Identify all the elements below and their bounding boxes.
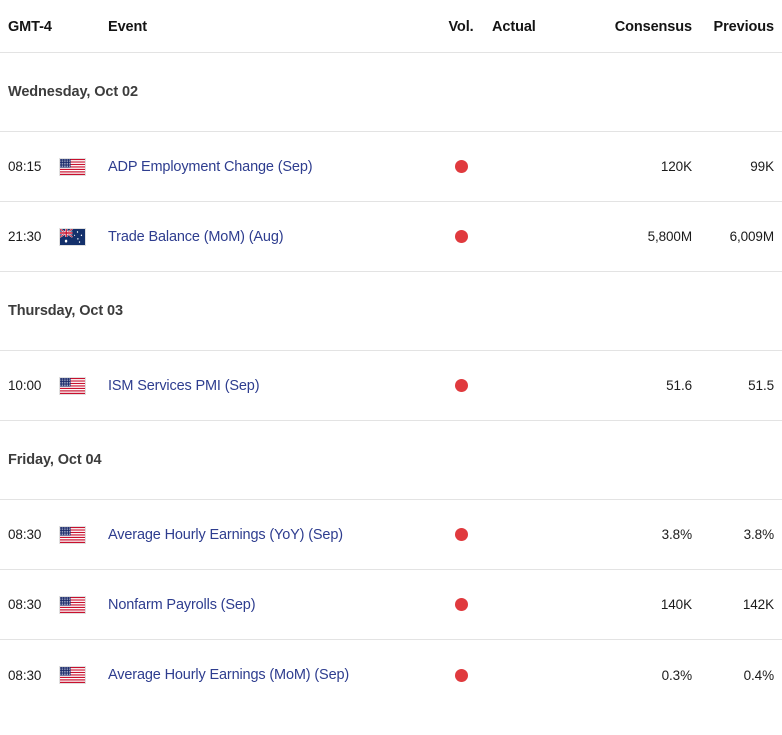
volatility-indicator bbox=[436, 379, 488, 392]
volatility-indicator bbox=[436, 598, 488, 611]
date-separator-row: Thursday, Oct 03 bbox=[0, 272, 782, 351]
column-header-event: Event bbox=[108, 19, 147, 35]
red-circle-icon bbox=[454, 379, 468, 392]
column-header-timezone: GMT-4 bbox=[8, 19, 52, 35]
us-flag-icon bbox=[56, 376, 108, 395]
column-header-consensus: Consensus bbox=[614, 19, 692, 35]
column-header-volatility: Vol. bbox=[448, 19, 474, 35]
calendar-body: Wednesday, Oct 02 08:15 ADP Employment Cha… bbox=[0, 53, 782, 710]
column-header-actual: Actual bbox=[492, 19, 536, 35]
date-separator-row: Wednesday, Oct 02 bbox=[0, 53, 782, 132]
volatility-indicator bbox=[436, 668, 488, 682]
event-time: 08:30 bbox=[8, 597, 42, 612]
red-circle-icon bbox=[454, 598, 468, 611]
event-time: 08:30 bbox=[8, 527, 42, 542]
calendar-header-row: GMT-4 Event Vol. Actual Consensus Previo… bbox=[0, 0, 782, 53]
event-name-link[interactable]: Average Hourly Earnings (MoM) (Sep) bbox=[108, 667, 436, 683]
date-label: Friday, Oct 04 bbox=[8, 452, 102, 468]
event-previous-value: 142K bbox=[742, 597, 774, 612]
au-flag-icon bbox=[56, 227, 108, 246]
event-time: 10:00 bbox=[8, 378, 42, 393]
event-consensus-value: 51.6 bbox=[666, 378, 692, 393]
calendar-event-row[interactable]: 08:15 ADP Employment Change (Sep) 120K 99K bbox=[0, 132, 782, 202]
calendar-event-row[interactable]: 10:00 ISM Services PMI (Sep) 51.6 51.5 bbox=[0, 351, 782, 421]
event-name-link[interactable]: ISM Services PMI (Sep) bbox=[108, 378, 436, 394]
event-consensus-value: 5,800M bbox=[647, 229, 693, 244]
date-label: Thursday, Oct 03 bbox=[8, 303, 123, 319]
event-previous-value: 51.5 bbox=[748, 378, 774, 393]
event-name-link[interactable]: Average Hourly Earnings (YoY) (Sep) bbox=[108, 527, 436, 543]
volatility-indicator bbox=[436, 230, 488, 243]
event-consensus-value: 0.3% bbox=[661, 667, 692, 683]
date-label: Wednesday, Oct 02 bbox=[8, 84, 138, 100]
us-flag-icon bbox=[56, 157, 108, 176]
red-circle-icon bbox=[454, 160, 468, 173]
us-flag-icon bbox=[56, 595, 108, 614]
event-consensus-value: 140K bbox=[660, 597, 692, 612]
event-previous-value: 0.4% bbox=[743, 667, 774, 683]
date-separator-row: Friday, Oct 04 bbox=[0, 421, 782, 500]
column-header-previous: Previous bbox=[713, 19, 775, 35]
calendar-event-row[interactable]: 08:30 Average Hourly Earnings (MoM) (Sep)… bbox=[0, 640, 782, 710]
volatility-indicator bbox=[436, 160, 488, 173]
event-consensus-value: 120K bbox=[660, 159, 692, 174]
event-previous-value: 99K bbox=[750, 159, 774, 174]
us-flag-icon bbox=[56, 525, 108, 544]
us-flag-icon bbox=[56, 666, 108, 684]
volatility-indicator bbox=[436, 528, 488, 541]
event-time: 08:30 bbox=[8, 667, 42, 683]
red-circle-icon bbox=[454, 668, 468, 682]
red-circle-icon bbox=[454, 528, 468, 541]
event-name-link[interactable]: Nonfarm Payrolls (Sep) bbox=[108, 597, 436, 613]
event-consensus-value: 3.8% bbox=[661, 527, 692, 542]
calendar-event-row[interactable]: 21:30 Trade Balance (MoM) (Aug) 5,800M 6,00… bbox=[0, 202, 782, 272]
event-previous-value: 6,009M bbox=[729, 229, 775, 244]
economic-calendar: GMT-4 Event Vol. Actual Consensus Previo… bbox=[0, 0, 782, 735]
calendar-event-row[interactable]: 08:30 Average Hourly Earnings (YoY) (Sep)… bbox=[0, 500, 782, 570]
event-previous-value: 3.8% bbox=[743, 527, 774, 542]
event-time: 08:15 bbox=[8, 159, 42, 174]
event-name-link[interactable]: Trade Balance (MoM) (Aug) bbox=[108, 229, 436, 245]
red-circle-icon bbox=[454, 230, 468, 243]
event-time: 21:30 bbox=[8, 229, 42, 244]
event-name-link[interactable]: ADP Employment Change (Sep) bbox=[108, 159, 436, 175]
calendar-event-row[interactable]: 08:30 Nonfarm Payrolls (Sep) 140K 142K bbox=[0, 570, 782, 640]
